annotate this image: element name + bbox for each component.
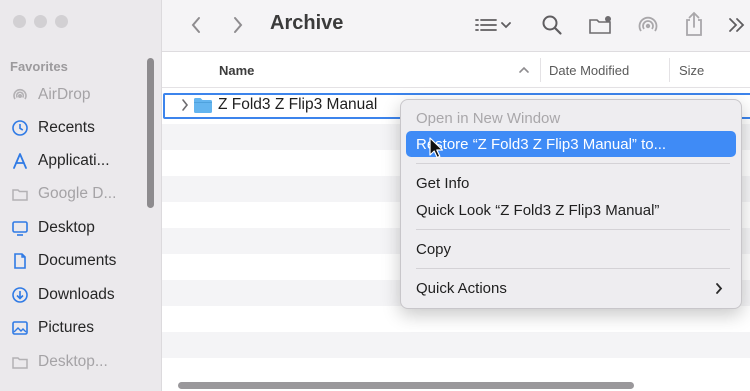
horizontal-scrollbar[interactable] bbox=[178, 382, 634, 389]
column-date-modified-label: Date Modified bbox=[549, 62, 630, 78]
column-name[interactable]: Name bbox=[219, 52, 254, 88]
file-name: Z Fold3 Z Flip3 Manual bbox=[218, 96, 378, 113]
sidebar-item-airdrop[interactable]: AirDrop bbox=[10, 82, 91, 108]
menu-item-label: Quick Actions bbox=[416, 279, 507, 297]
new-folder-icon bbox=[589, 16, 611, 34]
folder-icon bbox=[193, 97, 213, 119]
sidebar-item-pictures[interactable]: Pictures bbox=[10, 315, 94, 341]
desktop-icon bbox=[10, 218, 30, 238]
sidebar-item-label: Google D... bbox=[38, 185, 117, 202]
sidebar-section-favorites: Favorites bbox=[10, 59, 68, 74]
more-toolbar-button[interactable] bbox=[724, 12, 750, 38]
menu-item-label: Get Info bbox=[416, 174, 470, 192]
minimize-window-button[interactable] bbox=[34, 15, 47, 28]
document-icon bbox=[10, 251, 30, 271]
sidebar-item-label: Pictures bbox=[38, 319, 94, 336]
sidebar-item-label: Recents bbox=[38, 119, 95, 136]
share-icon bbox=[686, 11, 702, 36]
sidebar-scrollbar[interactable] bbox=[147, 58, 154, 208]
window-controls bbox=[13, 15, 68, 28]
airdrop-icon bbox=[638, 16, 658, 32]
close-window-button[interactable] bbox=[13, 15, 26, 28]
menu-item-label: Copy bbox=[416, 240, 452, 258]
column-size[interactable]: Size bbox=[679, 52, 704, 88]
sidebar-item-desktop[interactable]: Desktop bbox=[10, 215, 95, 241]
sidebar-item-downloads[interactable]: Downloads bbox=[10, 282, 115, 308]
sidebar: Favorites AirDrop Recents Applicati... G… bbox=[0, 0, 162, 391]
sidebar-item-label: Downloads bbox=[38, 286, 115, 303]
share-button[interactable] bbox=[680, 10, 708, 38]
column-divider[interactable] bbox=[669, 58, 670, 82]
column-size-label: Size bbox=[679, 62, 705, 78]
column-header: Name Date Modified Size bbox=[162, 52, 750, 88]
menu-separator bbox=[416, 268, 730, 269]
chevron-left-icon bbox=[191, 17, 200, 33]
sidebar-item-label: Applicati... bbox=[38, 152, 110, 169]
search-icon bbox=[542, 15, 562, 35]
chevron-right-icon bbox=[234, 17, 243, 33]
sort-toggle[interactable] bbox=[518, 52, 530, 88]
column-date-modified[interactable]: Date Modified bbox=[549, 52, 629, 88]
menu-separator bbox=[416, 229, 730, 230]
new-folder-button[interactable] bbox=[586, 12, 616, 38]
search-button[interactable] bbox=[538, 12, 566, 38]
menu-item-label: Restore “Z Fold3 Z Flip3 Manual” to... bbox=[416, 135, 667, 153]
menu-item-open-in-new-window[interactable]: Open in New Window bbox=[406, 105, 736, 131]
menu-item-restore[interactable]: Restore “Z Fold3 Z Flip3 Manual” to... bbox=[406, 131, 736, 157]
row-stripe bbox=[162, 332, 750, 358]
forward-button[interactable] bbox=[226, 13, 250, 37]
mouse-cursor bbox=[429, 137, 444, 164]
chevron-down-icon bbox=[501, 22, 511, 29]
folder-icon bbox=[10, 352, 30, 372]
back-button[interactable] bbox=[184, 13, 208, 37]
menu-item-label: Open in New Window bbox=[416, 109, 561, 127]
menu-item-quick-look[interactable]: Quick Look “Z Fold3 Z Flip3 Manual” bbox=[406, 197, 736, 223]
sidebar-item-recents[interactable]: Recents bbox=[10, 115, 95, 141]
zoom-window-button[interactable] bbox=[55, 15, 68, 28]
column-divider[interactable] bbox=[540, 58, 541, 82]
chevron-up-icon bbox=[519, 66, 529, 73]
menu-separator bbox=[416, 163, 730, 164]
sidebar-item-label: AirDrop bbox=[38, 86, 91, 103]
airdrop-button[interactable] bbox=[634, 12, 662, 38]
toolbar: Archive bbox=[162, 0, 750, 52]
pictures-icon bbox=[10, 318, 30, 338]
window-title: Archive bbox=[270, 12, 344, 34]
sidebar-item-label: Documents bbox=[38, 252, 117, 269]
menu-item-copy[interactable]: Copy bbox=[406, 236, 736, 262]
disclosure-triangle[interactable] bbox=[180, 98, 190, 117]
sidebar-item-google-drive[interactable]: Google D... bbox=[10, 181, 116, 207]
sidebar-item-desktop-2[interactable]: Desktop... bbox=[10, 349, 108, 375]
menu-item-get-info[interactable]: Get Info bbox=[406, 170, 736, 196]
view-options-button[interactable] bbox=[468, 12, 518, 38]
menu-item-label: Quick Look “Z Fold3 Z Flip3 Manual” bbox=[416, 201, 660, 219]
airdrop-icon bbox=[10, 85, 30, 105]
chevron-right-icon bbox=[182, 99, 189, 111]
clock-icon bbox=[10, 118, 30, 138]
context-menu: Open in New Window Restore “Z Fold3 Z Fl… bbox=[400, 99, 742, 309]
menu-item-quick-actions[interactable]: Quick Actions bbox=[406, 275, 736, 301]
applications-icon bbox=[10, 151, 30, 171]
sidebar-item-label: Desktop bbox=[38, 219, 95, 236]
double-chevron-right-icon bbox=[729, 18, 745, 32]
column-name-label: Name bbox=[219, 62, 255, 78]
list-view-icon bbox=[475, 19, 497, 31]
sidebar-item-documents[interactable]: Documents bbox=[10, 248, 116, 274]
sidebar-item-label: Desktop... bbox=[38, 353, 108, 370]
download-icon bbox=[10, 285, 30, 305]
folder-icon bbox=[10, 184, 30, 204]
chevron-right-icon bbox=[716, 283, 723, 294]
sidebar-item-applications[interactable]: Applicati... bbox=[10, 148, 110, 174]
